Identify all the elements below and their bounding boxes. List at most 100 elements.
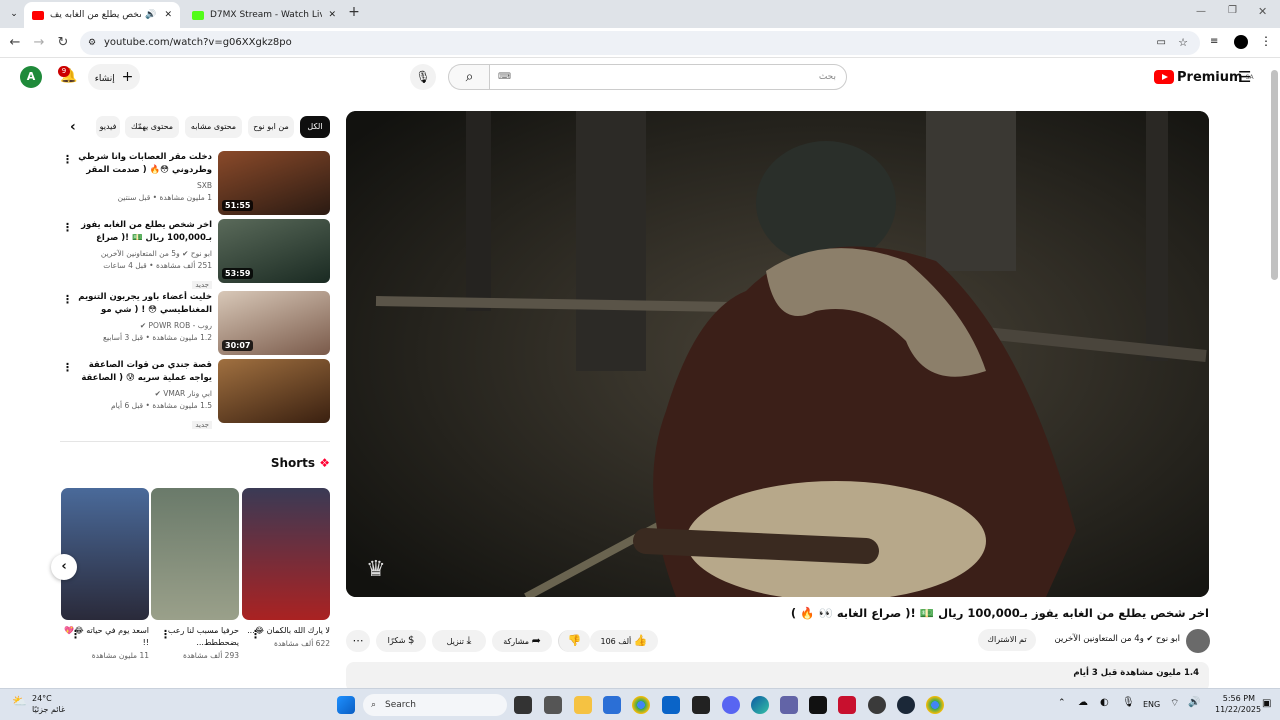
create-button[interactable]: إنشاء +	[88, 64, 140, 90]
steam-icon[interactable]	[897, 696, 915, 714]
account-avatar[interactable]: A	[20, 66, 42, 88]
more-actions-icon[interactable]: ⋮	[62, 221, 73, 234]
view-count: 1.5 مليون مشاهدة • قبل 6 أيام	[110, 401, 212, 410]
video-thumbnail[interactable]: 30:07	[218, 291, 330, 355]
task-view-icon[interactable]	[514, 696, 532, 714]
edge-icon[interactable]	[751, 696, 769, 714]
like-button[interactable]: 106 ألف 👍	[590, 630, 658, 652]
discord-icon[interactable]	[722, 696, 740, 714]
back-arrow-icon[interactable]: ←	[6, 34, 24, 52]
chip-for-you[interactable]: محتوى يهمّك	[125, 116, 179, 138]
channel-avatar[interactable]	[1186, 629, 1210, 653]
download-label: تنزيل	[446, 637, 464, 646]
short-thumbnail[interactable]	[242, 488, 330, 620]
chrome-icon[interactable]	[926, 696, 944, 714]
related-video-item[interactable]: قصة جندي من قوات الصاعقة يواجه عملية سري…	[60, 359, 330, 429]
subscribed-button[interactable]: تم الاشتراك	[978, 629, 1036, 651]
collab-text: و4 من المتعاونين الآخرين	[1054, 634, 1144, 644]
teams-icon[interactable]	[780, 696, 798, 714]
bookmark-star-icon[interactable]: ☆	[1178, 31, 1188, 55]
forward-arrow-icon[interactable]: →	[30, 34, 48, 52]
short-thumbnail[interactable]	[61, 488, 149, 620]
tab-kick[interactable]: D7MX Stream - Watch Live on ✕	[184, 2, 344, 28]
restore-icon[interactable]: ❐	[1228, 5, 1237, 16]
store-icon[interactable]	[603, 696, 621, 714]
video-thumbnail[interactable]	[218, 359, 330, 423]
video-player[interactable]: ♛	[346, 111, 1209, 597]
share-button[interactable]: مشاركة ➦	[492, 630, 552, 652]
notification-center-icon[interactable]: ▣	[1262, 698, 1271, 709]
thumbs-up-icon: 👍	[633, 634, 648, 647]
weather-desc: غائم جزئيًا	[32, 705, 66, 714]
related-video-item[interactable]: 53:59 اخر شخص يطلع من الغابه يفوز بـ100,…	[60, 219, 330, 289]
chrome-icon[interactable]	[632, 696, 650, 714]
chip-from-channel[interactable]: من ابو نوح	[248, 116, 294, 138]
profile-icon[interactable]	[1234, 35, 1248, 49]
reload-icon[interactable]: ↻	[54, 34, 72, 52]
media-icon[interactable]: ≡	[1210, 36, 1218, 47]
thanks-button[interactable]: شكرًا $	[376, 630, 426, 652]
video-thumbnail[interactable]: 51:55	[218, 151, 330, 215]
tray-chevron-icon[interactable]: ⌃	[1058, 698, 1066, 708]
menu-kebab-icon[interactable]: ⋮	[1260, 34, 1272, 48]
app-icon[interactable]	[868, 696, 886, 714]
related-video-item[interactable]: 30:07 خليت أعضاء باور يجربون التنويم الم…	[60, 291, 330, 355]
language-indicator[interactable]: ENG	[1143, 700, 1160, 709]
page-scrollbar[interactable]	[1271, 70, 1278, 280]
shorts-logo-icon: ❖	[319, 456, 330, 470]
keyboard-icon[interactable]: ⌨	[498, 65, 511, 89]
app-icon[interactable]	[838, 696, 856, 714]
cast-icon[interactable]: ▭	[1157, 31, 1166, 55]
close-tab-icon[interactable]: ✕	[164, 10, 172, 20]
close-tab-icon[interactable]: ✕	[328, 10, 336, 20]
start-windows-icon[interactable]	[337, 696, 355, 714]
video-thumbnail[interactable]: 53:59	[218, 219, 330, 283]
plus-icon: +	[121, 69, 134, 85]
more-actions-icon[interactable]: ⋮	[62, 153, 73, 166]
video-frame-forest-scene: ♛	[346, 111, 1209, 597]
epic-games-icon[interactable]	[692, 696, 710, 714]
channel-name[interactable]: ابو نوح ✔ و4 من المتعاونين الآخرين	[1050, 634, 1180, 644]
system-clock[interactable]: 5:56 PM 11/22/2025	[1215, 693, 1261, 715]
more-actions-icon[interactable]: ⋮	[160, 628, 171, 641]
url-field[interactable]: ⚙ youtube.com/watch?v=g06XXgkz8po ▭ ☆	[80, 31, 1200, 55]
volume-icon[interactable]: 🔊	[1188, 697, 1200, 708]
more-actions-icon[interactable]: ⋮	[62, 361, 73, 374]
widgets-icon[interactable]	[544, 696, 562, 714]
chip-related[interactable]: محتوى مشابه	[185, 116, 242, 138]
hamburger-menu-icon[interactable]: ☰	[1238, 68, 1251, 86]
chip-videos[interactable]: فيديو	[96, 116, 120, 138]
search-input[interactable]: بحث ⌨	[489, 64, 847, 90]
taskbar-search[interactable]: ⌕ Search	[363, 694, 507, 716]
mic-tray-icon[interactable]: 🎙	[1122, 697, 1135, 708]
more-horizontal-icon: ⋯	[352, 634, 364, 647]
tab-title: اخر شخص يطلع من الغابه يف	[50, 10, 141, 20]
more-button[interactable]: ⋯	[346, 630, 370, 652]
related-video-item[interactable]: 51:55 دخلت مقر العصابات وانا شرطي وطردون…	[60, 151, 330, 215]
search-button[interactable]: ⌕	[448, 64, 490, 90]
capcut-icon[interactable]	[809, 696, 827, 714]
dislike-button[interactable]: 👎	[558, 630, 590, 652]
share-label: مشاركة	[503, 637, 530, 646]
site-info-icon[interactable]: ⚙	[88, 31, 96, 55]
wifi-icon[interactable]: ⌔	[1170, 697, 1179, 710]
speaker-tray-icon[interactable]: ◐	[1100, 697, 1109, 708]
short-thumbnail[interactable]	[151, 488, 239, 620]
more-actions-icon[interactable]: ⋮	[70, 628, 81, 641]
more-actions-icon[interactable]: ⋮	[250, 628, 261, 641]
new-tab-button[interactable]: +	[346, 4, 362, 22]
more-actions-icon[interactable]: ⋮	[62, 293, 73, 306]
voice-search-mic-icon[interactable]: 🎙	[410, 64, 436, 90]
minimize-icon[interactable]: —	[1196, 6, 1206, 17]
tab-list-button[interactable]: ⌄	[6, 6, 22, 22]
view-count: 251 ألف مشاهدة • قبل 4 ساعات	[103, 261, 212, 270]
chip-all[interactable]: الكل	[300, 116, 330, 138]
download-button[interactable]: تنزيل ⤓	[432, 630, 486, 652]
file-explorer-icon[interactable]	[574, 696, 592, 714]
close-window-icon[interactable]: ✕	[1258, 5, 1267, 18]
shorts-prev-chevron-icon[interactable]: ‹	[51, 554, 77, 580]
outlook-icon[interactable]	[662, 696, 680, 714]
onedrive-icon[interactable]: ☁	[1078, 697, 1088, 708]
tab-youtube[interactable]: اخر شخص يطلع من الغابه يف 🔊 ✕	[24, 2, 180, 28]
weather-widget[interactable]: ⛅ 24°C غائم جزئيًا	[12, 693, 65, 715]
